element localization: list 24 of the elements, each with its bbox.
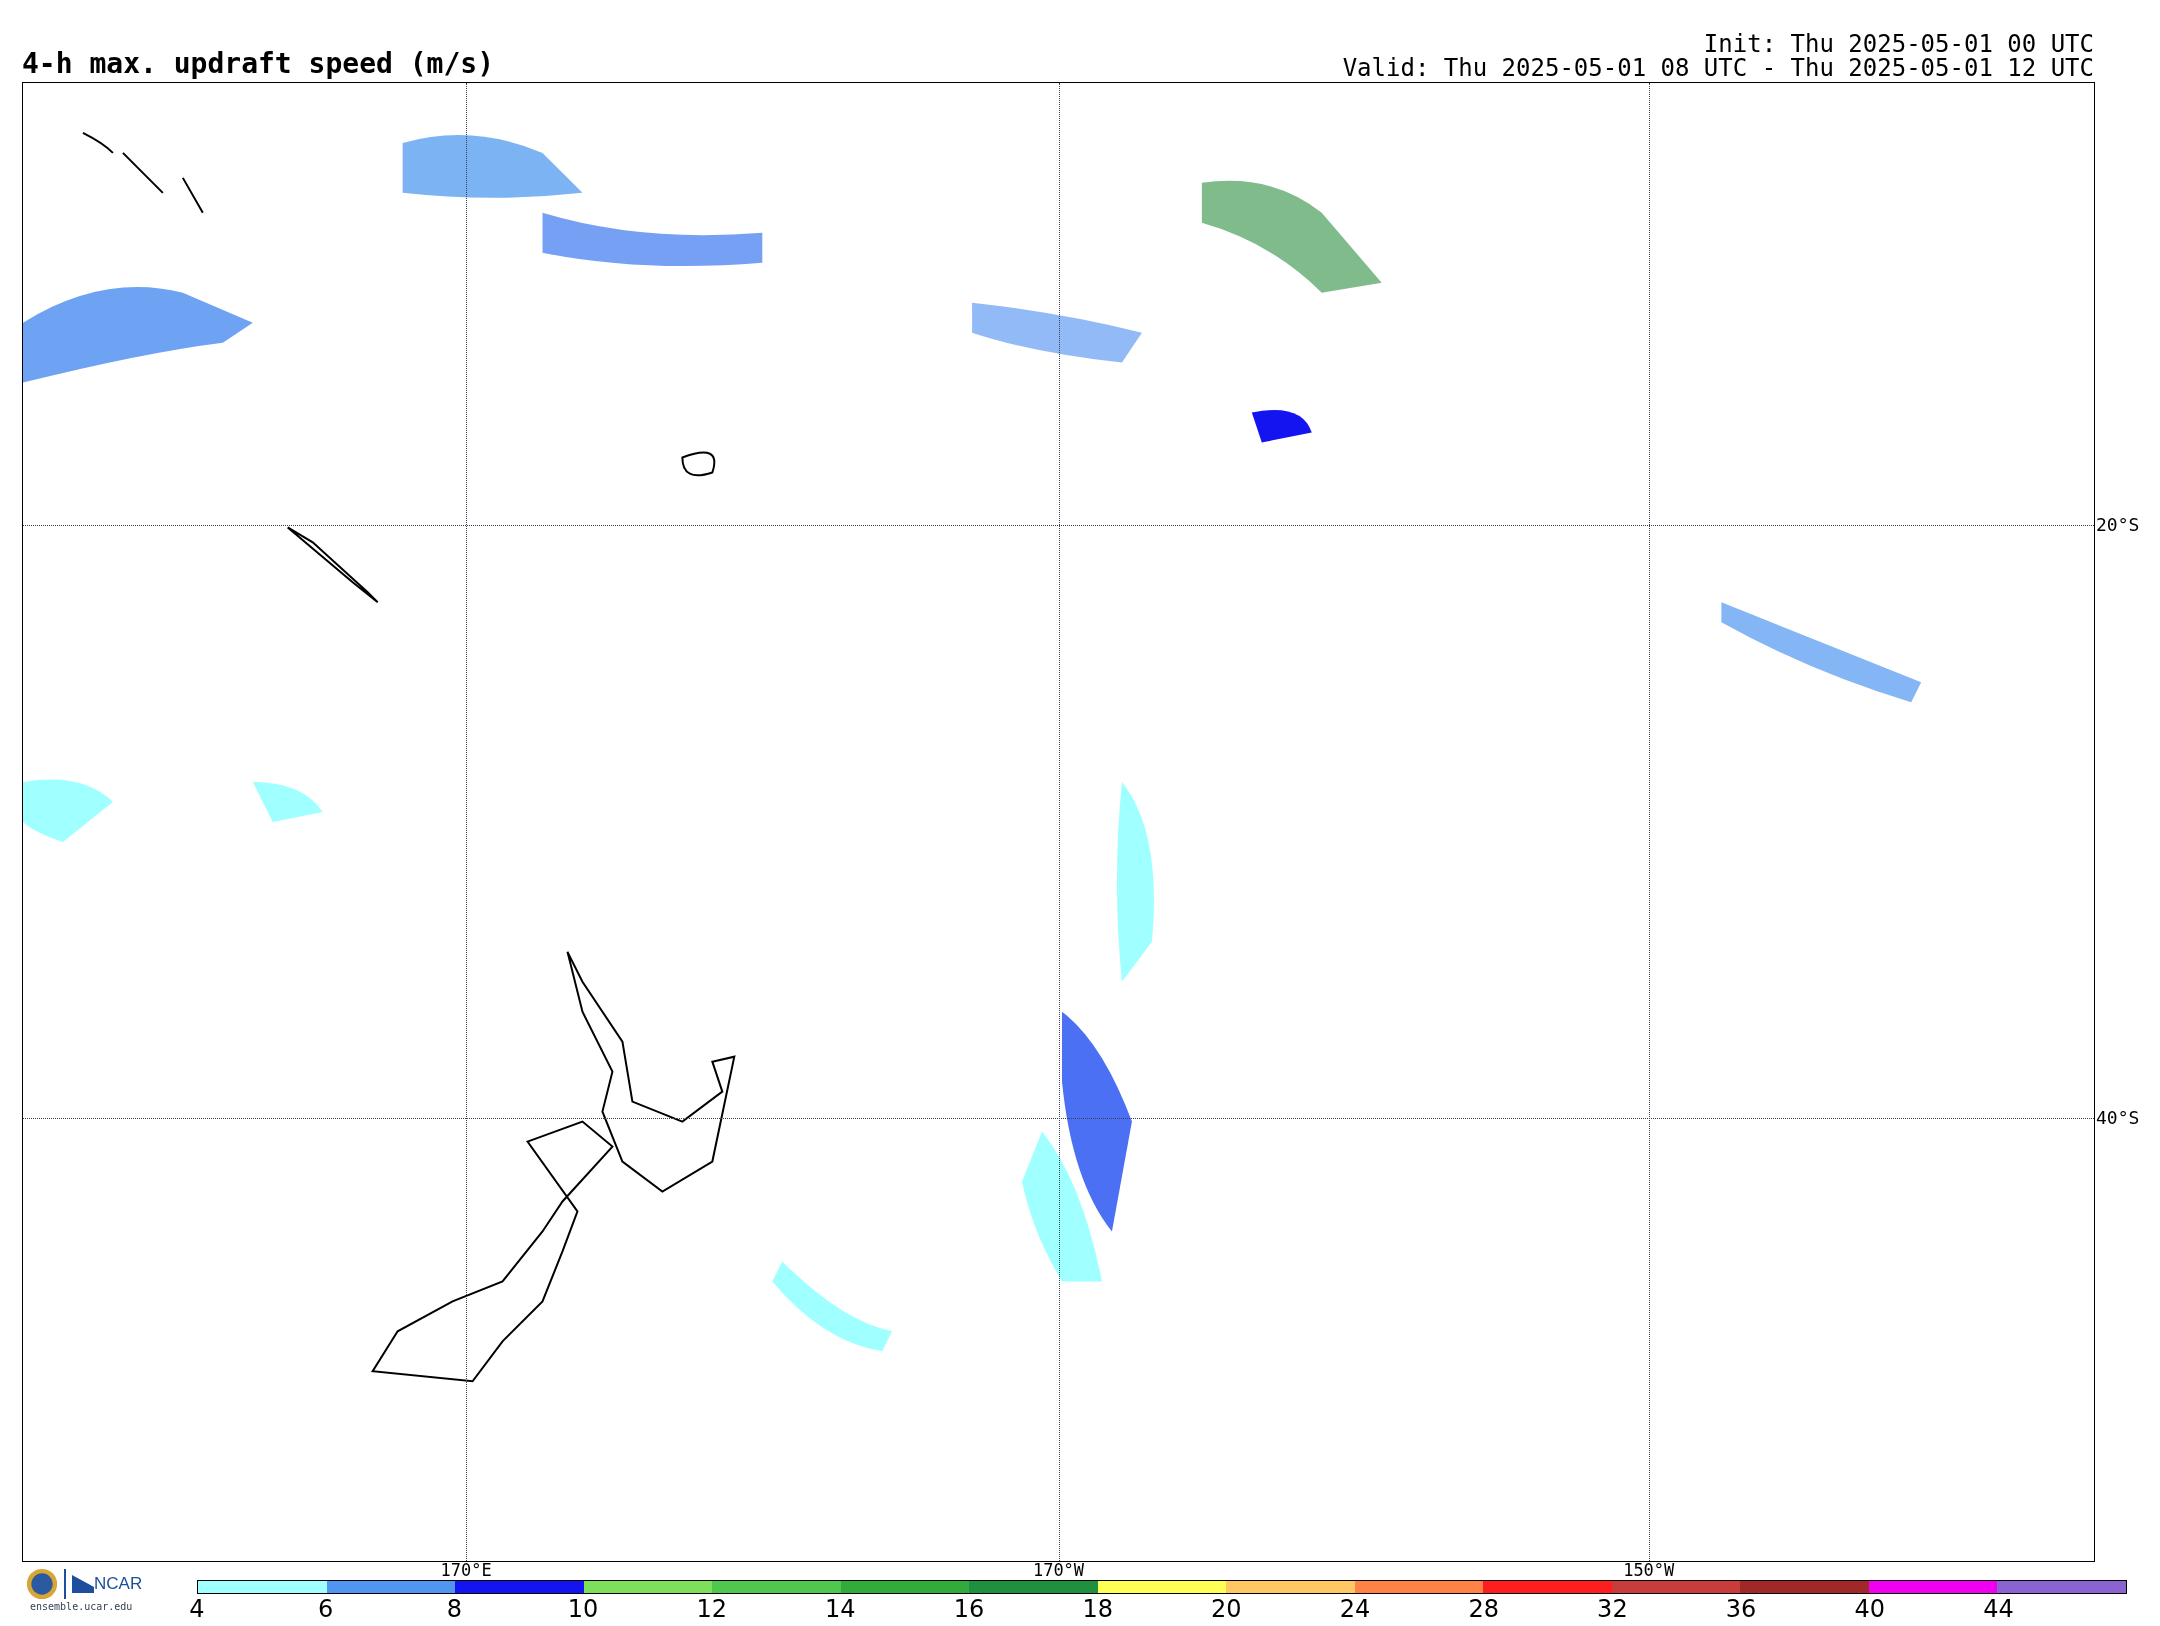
legend-tick-label: 6 — [318, 1597, 334, 1621]
init-time: Init: Thu 2025-05-01 00 UTC — [1703, 32, 2094, 56]
legend-tick-label: 40 — [1854, 1597, 1885, 1621]
valid-time: Valid: Thu 2025-05-01 08 UTC - Thu 2025-05-01 12 UTC — [1342, 56, 2094, 80]
site-url: ensemble.ucar.edu — [30, 1602, 133, 1612]
ncar-mark-icon — [72, 1575, 94, 1593]
legend-tick-label: 32 — [1597, 1597, 1628, 1621]
legend-tick-label: 28 — [1468, 1597, 1499, 1621]
legend-tick-label: 16 — [953, 1597, 985, 1621]
legend-tick-label: 20 — [1211, 1597, 1242, 1621]
legend-tick-label: 36 — [1725, 1597, 1757, 1621]
chart-title: 4-h max. updraft speed (m/s) — [22, 50, 494, 78]
legend-tick-label: 12 — [696, 1597, 727, 1621]
seal-icon — [26, 1568, 58, 1600]
legend-tick-label: 8 — [446, 1597, 462, 1621]
legend-tick-label: 4 — [189, 1597, 205, 1621]
legend-tick-label: 14 — [825, 1597, 856, 1621]
latitude-label: 40°S — [2096, 1108, 2140, 1127]
legend-tick-label: 10 — [567, 1597, 599, 1621]
legend-tick-label: 18 — [1082, 1597, 1113, 1621]
legend-tick-label: 24 — [1339, 1597, 1371, 1621]
legend-tick-label: 44 — [1983, 1597, 2014, 1621]
latitude-label: 20°S — [2096, 515, 2140, 534]
ncar-logo: NCAR — [94, 1573, 143, 1596]
